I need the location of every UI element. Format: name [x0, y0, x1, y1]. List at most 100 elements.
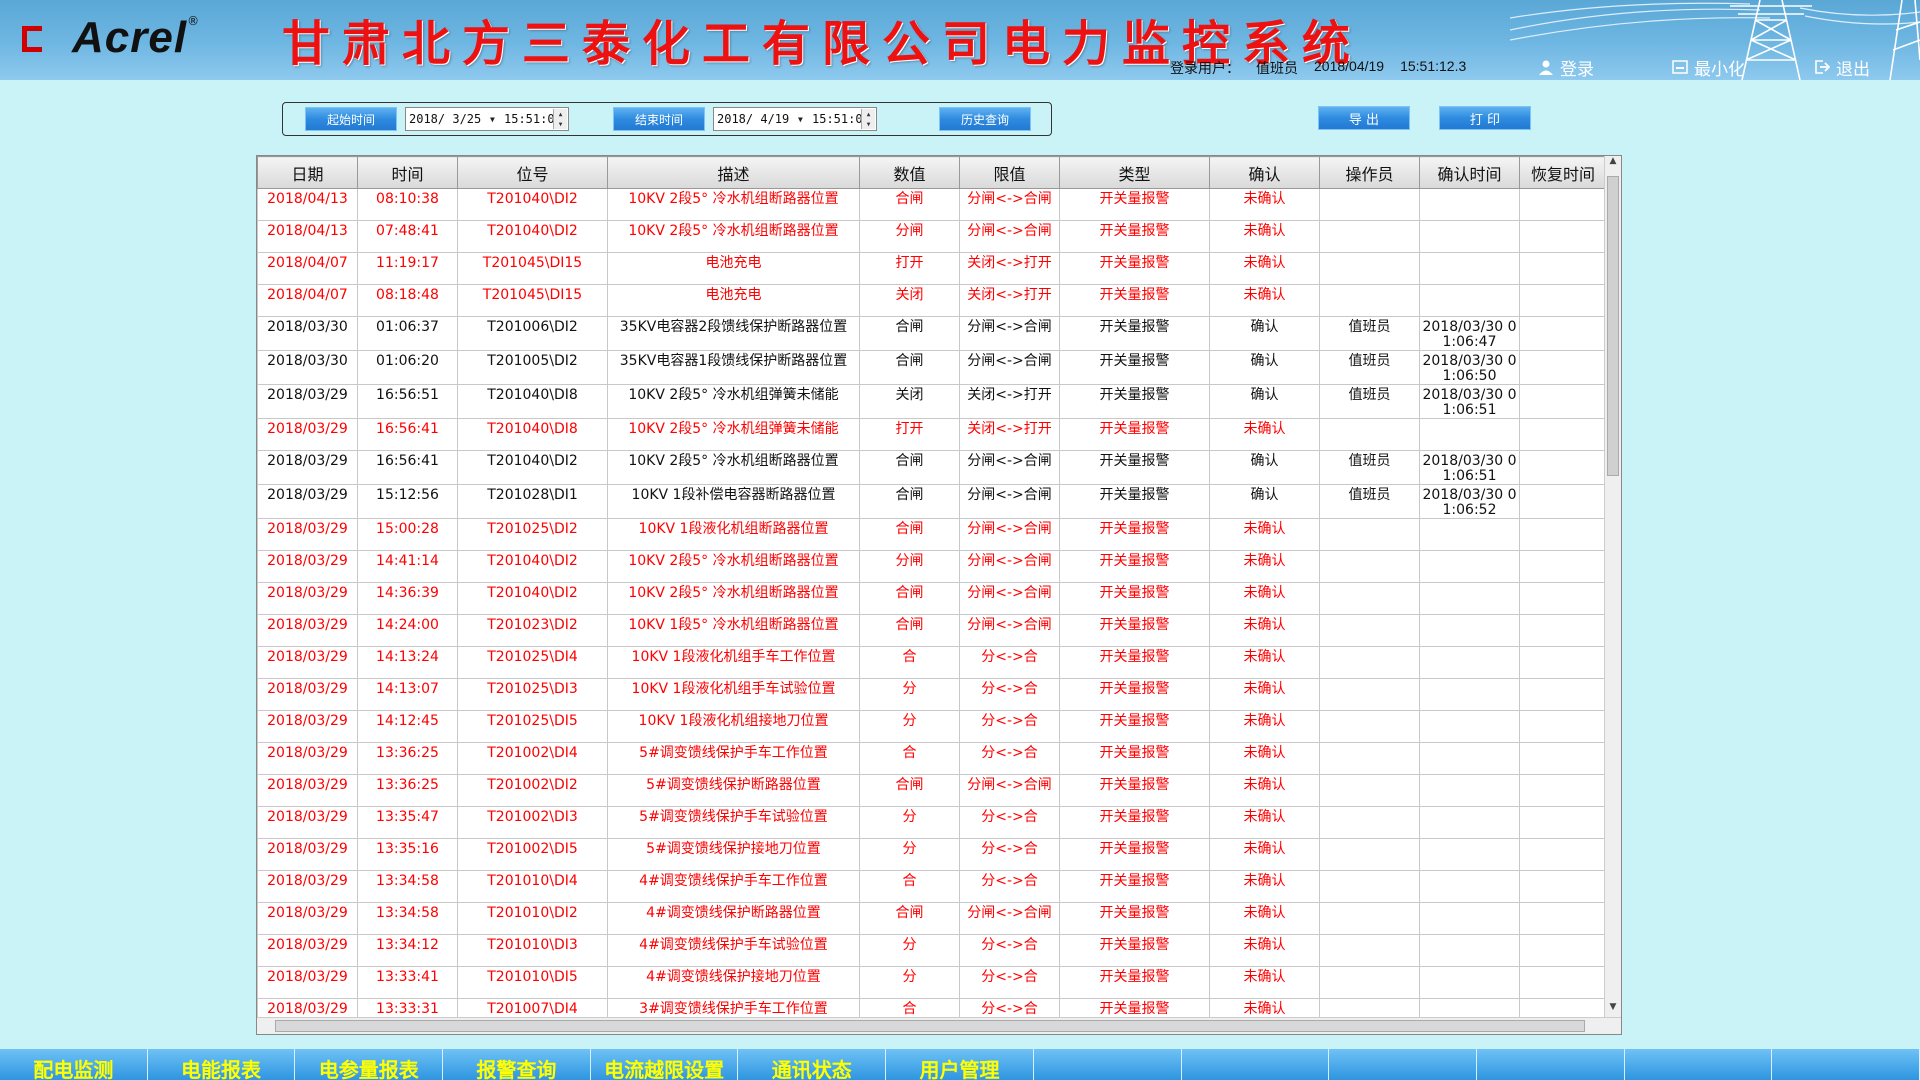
table-row[interactable]: 2018/03/29 13:36:25 T201002\DI2 5#调变馈线保护断路器… — [257, 774, 1607, 807]
table-cell: 2018/03/29 — [257, 710, 358, 743]
export-button[interactable]: 导 出 — [1318, 106, 1410, 130]
time-spinner-icon[interactable]: ▲ ▼ — [553, 109, 567, 129]
table-cell: 打开 — [859, 252, 960, 285]
table-cell — [1419, 678, 1520, 711]
horizontal-scrollbar[interactable] — [257, 1017, 1621, 1034]
table-row[interactable]: 2018/04/13 07:48:41 T201040\DI2 10KV 2段5° 冷… — [257, 220, 1607, 253]
table-row[interactable]: 2018/03/29 14:12:45 T201025\DI5 10KV 1段液化机组… — [257, 710, 1607, 743]
table-cell — [1319, 966, 1420, 999]
column-header[interactable]: 恢复时间 — [1519, 156, 1607, 189]
scroll-up-icon[interactable]: ▲ — [1605, 156, 1621, 172]
table-cell — [1519, 582, 1607, 615]
table-cell: 分<->合 — [959, 838, 1060, 871]
column-header[interactable]: 位号 — [457, 156, 608, 189]
nav-tab[interactable]: 电参量报表 — [295, 1049, 444, 1080]
table-cell: 分闸<->合闸 — [959, 614, 1060, 647]
time-spinner-icon[interactable]: ▲ ▼ — [861, 109, 875, 129]
column-header[interactable]: 日期 — [257, 156, 358, 189]
table-cell: 开关量报警 — [1059, 902, 1210, 935]
vertical-scrollbar[interactable]: ▲ ▼ — [1604, 156, 1621, 1018]
table-row[interactable]: 2018/03/29 13:35:47 T201002\DI3 5#调变馈线保护手车试… — [257, 806, 1607, 839]
table-cell: 07:48:41 — [357, 220, 458, 253]
table-row[interactable]: 2018/03/29 13:35:16 T201002\DI5 5#调变馈线保护接地刀… — [257, 838, 1607, 871]
table-cell: 分 — [859, 838, 960, 871]
start-time-button[interactable]: 起始时间 — [305, 107, 397, 131]
table-row[interactable]: 2018/03/29 14:41:14 T201040\DI2 10KV 2段5° 冷… — [257, 550, 1607, 583]
table-cell — [1519, 742, 1607, 775]
table-row[interactable]: 2018/03/29 14:36:39 T201040\DI2 10KV 2段5° 冷… — [257, 582, 1607, 615]
table-cell: 2018/04/07 — [257, 252, 358, 285]
end-time-button[interactable]: 结束时间 — [613, 107, 705, 131]
table-row[interactable]: 2018/03/29 13:34:58 T201010\DI4 4#调变馈线保护手车工… — [257, 870, 1607, 903]
end-datetime-picker[interactable]: 2018/ 4/19 ▼ 15:51:00 ▲ ▼ — [713, 107, 877, 131]
nav-tab[interactable]: 通讯状态 — [738, 1049, 887, 1080]
nav-tab[interactable]: 电流越限设置 — [591, 1049, 739, 1080]
nav-tab[interactable]: 报警查询 — [443, 1049, 591, 1080]
table-row[interactable]: 2018/04/13 08:10:38 T201040\DI2 10KV 2段5° 冷… — [257, 188, 1607, 221]
minimize-button[interactable]: 最小化 — [1672, 57, 1745, 80]
table-row[interactable]: 2018/03/30 01:06:20 T201005\DI2 35KV电容器1段馈线… — [257, 350, 1607, 385]
table-row[interactable]: 2018/03/29 13:34:58 T201010\DI2 4#调变馈线保护断路器… — [257, 902, 1607, 935]
table-cell — [1319, 934, 1420, 967]
table-row[interactable]: 2018/04/07 11:19:17 T201045\DI15 电池充电 打开 关闭<-… — [257, 252, 1607, 285]
nav-tab[interactable] — [1182, 1049, 1330, 1080]
status-bar: 登录用户： 值班员 2018/04/19 15:51:12.3 — [1170, 58, 1466, 78]
nav-tab[interactable]: 用户管理 — [886, 1049, 1034, 1080]
table-cell — [1519, 870, 1607, 903]
table-row[interactable]: 2018/03/29 14:24:00 T201023\DI2 10KV 1段5° 冷… — [257, 614, 1607, 647]
nav-tab[interactable]: 配电监测 — [0, 1049, 148, 1080]
column-header[interactable]: 数值 — [859, 156, 960, 189]
table-row[interactable]: 2018/03/29 13:33:41 T201010\DI5 4#调变馈线保护接地刀… — [257, 966, 1607, 999]
table-row[interactable]: 2018/03/29 15:00:28 T201025\DI2 10KV 1段液化机组… — [257, 518, 1607, 551]
column-header[interactable]: 时间 — [357, 156, 458, 189]
table-cell — [1419, 966, 1520, 999]
table-row[interactable]: 2018/03/30 01:06:37 T201006\DI2 35KV电容器2段馈线… — [257, 316, 1607, 351]
table-cell: 分闸<->合闸 — [959, 902, 1060, 935]
exit-button[interactable]: 退出 — [1814, 57, 1870, 80]
scroll-thumb[interactable] — [1607, 176, 1619, 476]
table-cell: 4#调变馈线保护接地刀位置 — [607, 966, 860, 999]
start-datetime-picker[interactable]: 2018/ 3/25 ▼ 15:51:00 ▲ ▼ — [405, 107, 569, 131]
table-row[interactable]: 2018/03/29 16:56:41 T201040\DI2 10KV 2段5° 冷… — [257, 450, 1607, 485]
table-cell: 2018/03/29 — [257, 582, 358, 615]
history-query-button[interactable]: 历史查询 — [939, 107, 1031, 131]
table-cell: 10KV 1段补偿电容器断路器位置 — [607, 484, 860, 519]
nav-tab[interactable] — [1329, 1049, 1477, 1080]
table-cell — [1319, 902, 1420, 935]
nav-tab[interactable] — [1034, 1049, 1182, 1080]
login-button[interactable]: 登录 — [1538, 57, 1594, 80]
table-row[interactable]: 2018/03/29 16:56:51 T201040\DI8 10KV 2段5° 冷… — [257, 384, 1607, 419]
print-button[interactable]: 打 印 — [1439, 106, 1531, 130]
table-cell: T201025\DI5 — [457, 710, 608, 743]
table-cell: 2018/03/29 — [257, 742, 358, 775]
chevron-down-icon: ▼ — [798, 114, 803, 124]
column-header[interactable]: 类型 — [1059, 156, 1210, 189]
column-header[interactable]: 限值 — [959, 156, 1060, 189]
table-row[interactable]: 2018/03/29 16:56:41 T201040\DI8 10KV 2段5° 冷… — [257, 418, 1607, 451]
table-cell: 分闸<->合闸 — [959, 316, 1060, 351]
table-row[interactable]: 2018/03/29 13:34:12 T201010\DI3 4#调变馈线保护手车试… — [257, 934, 1607, 967]
table-cell — [1419, 806, 1520, 839]
column-header[interactable]: 确认时间 — [1419, 156, 1520, 189]
nav-tab[interactable] — [1625, 1049, 1773, 1080]
table-cell: 2018/03/29 — [257, 550, 358, 583]
nav-tab[interactable] — [1772, 1049, 1920, 1080]
scroll-down-icon[interactable]: ▼ — [1605, 1002, 1621, 1018]
table-row[interactable]: 2018/04/07 08:18:48 T201045\DI15 电池充电 关闭 关闭<-… — [257, 284, 1607, 317]
table-cell: 13:33:41 — [357, 966, 458, 999]
scroll-thumb[interactable] — [275, 1020, 1585, 1032]
column-header[interactable]: 操作员 — [1319, 156, 1420, 189]
table-cell: 13:35:47 — [357, 806, 458, 839]
table-cell: 分 — [859, 710, 960, 743]
table-cell: 确认 — [1209, 384, 1320, 419]
table-row[interactable]: 2018/03/29 14:13:24 T201025\DI4 10KV 1段液化机组… — [257, 646, 1607, 679]
column-header[interactable]: 确认 — [1209, 156, 1320, 189]
table-row[interactable]: 2018/03/29 15:12:56 T201028\DI1 10KV 1段补偿电容… — [257, 484, 1607, 519]
table-row[interactable]: 2018/03/29 13:36:25 T201002\DI4 5#调变馈线保护手车工… — [257, 742, 1607, 775]
column-header[interactable]: 描述 — [607, 156, 860, 189]
table-cell: 13:34:12 — [357, 934, 458, 967]
nav-tab[interactable] — [1477, 1049, 1625, 1080]
table-cell: 未确认 — [1209, 966, 1320, 999]
nav-tab[interactable]: 电能报表 — [148, 1049, 296, 1080]
table-row[interactable]: 2018/03/29 14:13:07 T201025\DI3 10KV 1段液化机组… — [257, 678, 1607, 711]
